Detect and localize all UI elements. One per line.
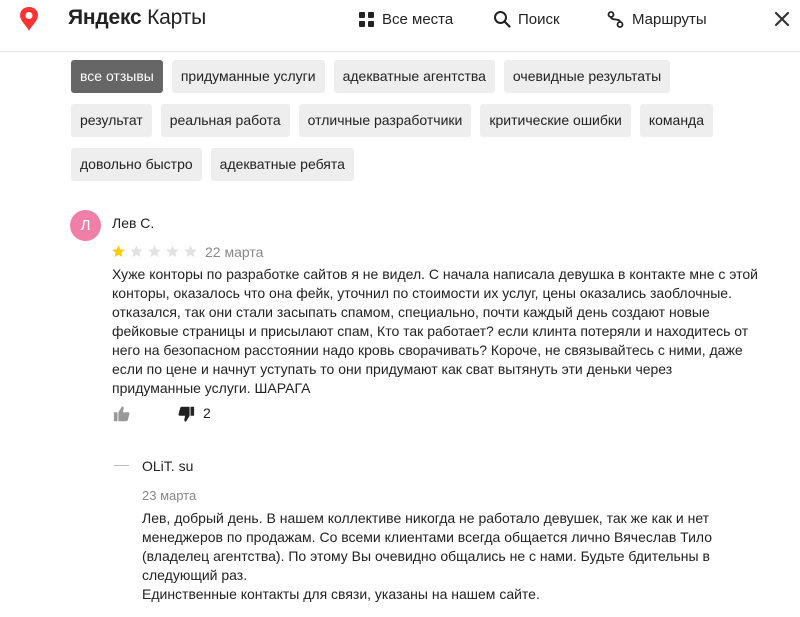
top-bar: Яндекс Карты Все места Поиск Маршруты <box>0 0 800 52</box>
chip-all-reviews[interactable]: все отзывы <box>71 60 163 93</box>
logo-product: Карты <box>147 6 206 29</box>
star-empty-icon <box>166 245 179 258</box>
star-empty-icon <box>184 245 197 258</box>
grid-icon <box>359 11 374 27</box>
avatar[interactable]: Л <box>70 210 101 241</box>
nav-search[interactable]: Поиск <box>493 7 560 31</box>
review-date: 22 марта <box>205 244 264 260</box>
chip-quite-fast[interactable]: довольно быстро <box>71 148 202 181</box>
chip-row: довольно быстро адекватные ребята <box>71 148 771 181</box>
chip-row: результат реальная работа отличные разра… <box>71 104 771 137</box>
reply-paragraph: Лев, добрый день. В нашем коллективе ник… <box>142 510 713 583</box>
reply-author: OLiT. su <box>142 458 194 474</box>
search-icon <box>494 11 511 28</box>
nav-label: Маршруты <box>632 10 707 28</box>
review-text: Хуже конторы по разработке сайтов я не в… <box>112 266 758 396</box>
reply-paragraph: Единственные контакты для связи, указаны… <box>142 586 540 602</box>
chip-result[interactable]: результат <box>71 104 152 137</box>
route-icon <box>607 10 624 28</box>
chip-real-work[interactable]: реальная работа <box>160 104 290 137</box>
thumbs-up-icon[interactable] <box>113 405 131 423</box>
nav-label: Поиск <box>518 10 560 28</box>
star-empty-icon <box>130 245 143 258</box>
app-logo[interactable]: Яндекс Карты <box>68 6 206 30</box>
rating-stars <box>111 244 201 259</box>
chip-adequate-agencies[interactable]: адекватные агентства <box>333 60 495 93</box>
chip-excellent-developers[interactable]: отличные разработчики <box>298 104 472 137</box>
reply-date: 23 марта <box>142 488 197 503</box>
chip-team[interactable]: команда <box>639 104 714 137</box>
chip-adequate-guys[interactable]: адекватные ребята <box>210 148 354 181</box>
chip-critical-errors[interactable]: критические ошибки <box>480 104 631 137</box>
review-filter-chips: все отзывы придуманные услуги адекватные… <box>71 60 771 192</box>
chip-obvious-results[interactable]: очевидные результаты <box>503 60 671 93</box>
reply-divider <box>114 465 129 466</box>
star-filled-icon <box>112 245 125 258</box>
reply-text: Лев, добрый день. В нашем коллективе ник… <box>142 509 742 604</box>
nav-all-places[interactable]: Все места <box>358 7 453 31</box>
logo-brand: Яндекс <box>68 6 142 29</box>
thumbs-down-icon[interactable] <box>177 405 195 423</box>
chip-row: все отзывы придуманные услуги адекватные… <box>71 60 771 93</box>
chip-invented-services[interactable]: придуманные услуги <box>171 60 325 93</box>
nav-label: Все места <box>382 10 454 28</box>
dislike-count: 2 <box>203 405 211 421</box>
review-author[interactable]: Лев С. <box>112 215 154 231</box>
nav-routes[interactable]: Маршруты <box>606 7 707 31</box>
close-icon[interactable] <box>772 9 792 29</box>
map-pin-icon[interactable] <box>18 6 40 32</box>
star-empty-icon <box>148 245 161 258</box>
